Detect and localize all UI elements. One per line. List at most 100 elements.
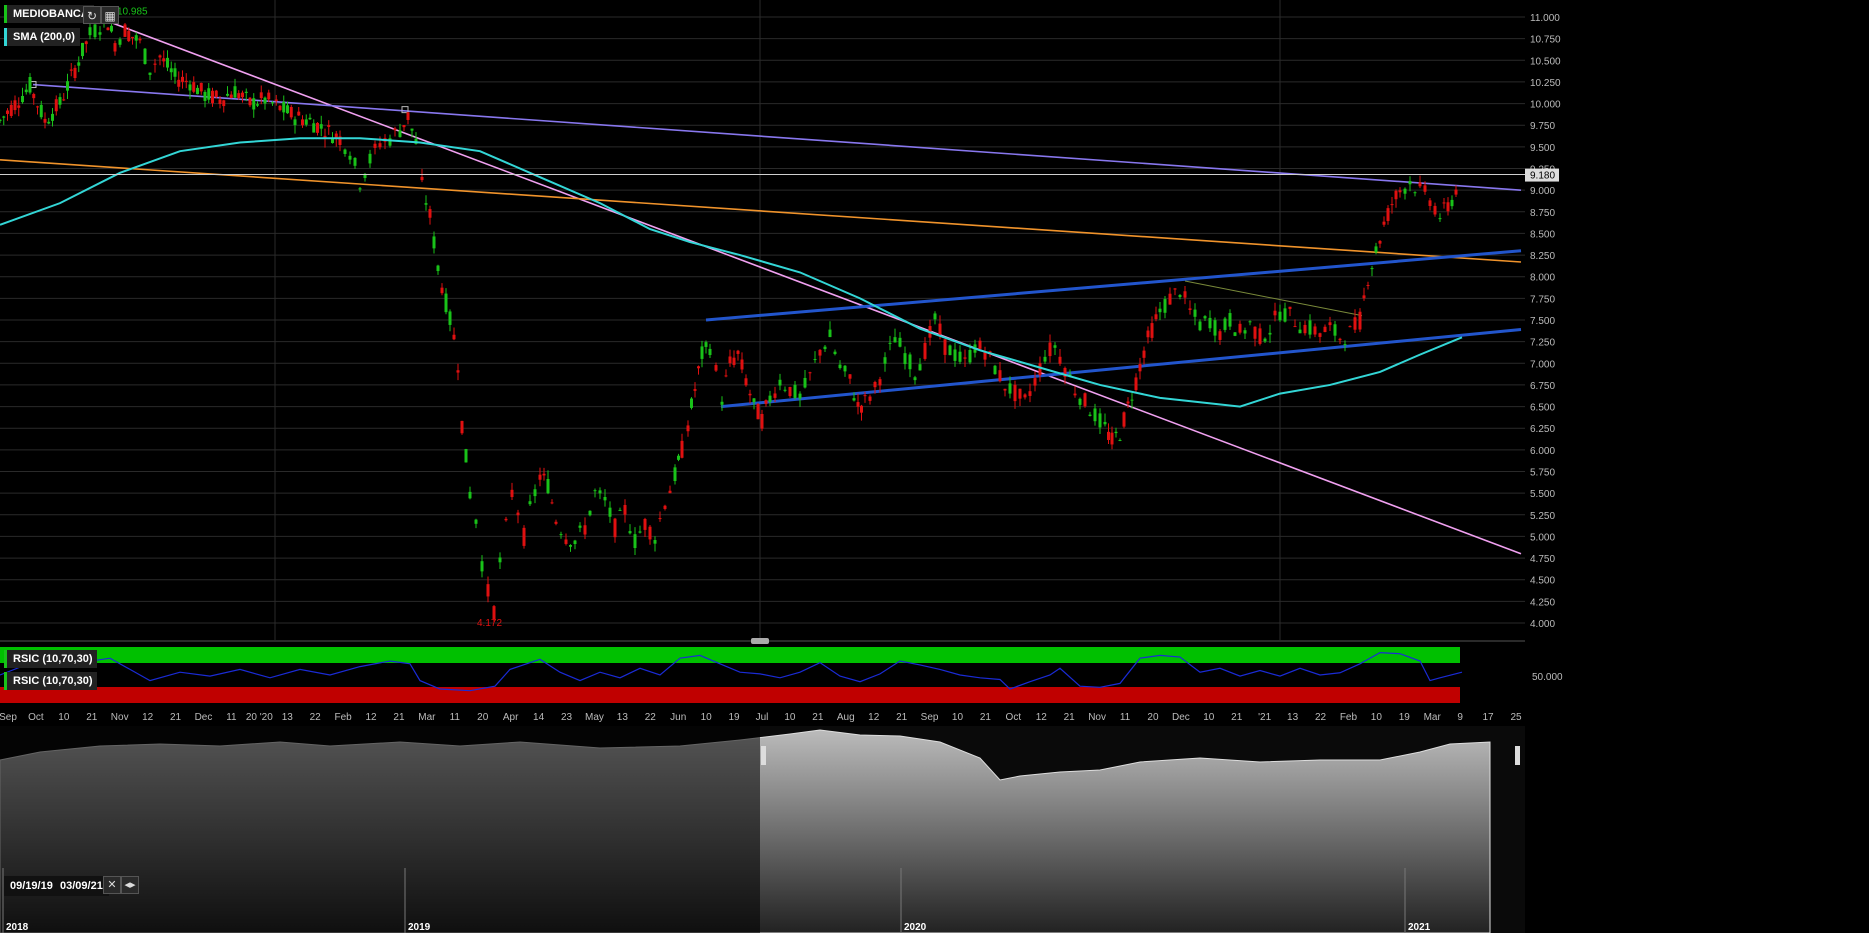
candle-body	[1053, 345, 1057, 348]
candle-body	[704, 342, 708, 347]
candle-body	[1423, 185, 1427, 192]
x-tick-label: Oct	[1006, 712, 1022, 723]
x-tick-label: 12	[868, 712, 880, 723]
candle-body	[131, 36, 134, 39]
y-tick-label: 8.500	[1530, 229, 1555, 240]
x-tick-label: Nov	[111, 712, 129, 723]
candle-body	[237, 93, 241, 99]
y-tick-label: 10.750	[1530, 35, 1561, 46]
candle-body	[1130, 399, 1134, 401]
candle-body	[1243, 330, 1247, 334]
overview-handle-left[interactable]	[761, 746, 766, 765]
candle-body	[1163, 299, 1167, 313]
candle-body	[740, 359, 744, 370]
candle-body	[953, 349, 957, 361]
rsi-tag-2[interactable]: RSIC (10,70,30)	[4, 672, 98, 690]
candle-body	[127, 30, 131, 42]
candle-body	[66, 81, 69, 91]
candle-body	[803, 377, 807, 388]
candle-body	[1413, 192, 1417, 194]
candle-body	[440, 287, 444, 294]
candle-body	[214, 90, 218, 97]
y-tick-label: 4.000	[1530, 619, 1555, 630]
price-chart[interactable]: 11.000 10.750 10.500 10.250 10.000 9.750 9.500…	[0, 0, 1869, 933]
candle-body	[1110, 432, 1114, 445]
candle-body	[1178, 295, 1182, 298]
chart-settings-icon[interactable]: ▦	[101, 6, 119, 24]
expand-range-icon[interactable]: ◂▸	[121, 876, 139, 894]
candle-body	[823, 346, 827, 350]
y-tick-label: 4.750	[1530, 554, 1555, 565]
close-icon[interactable]: ✕	[103, 876, 121, 894]
candle-body	[828, 329, 832, 338]
candle-body	[274, 99, 278, 102]
candle-body	[1168, 293, 1172, 305]
candle-body	[633, 534, 637, 549]
candle-body	[673, 467, 677, 482]
candle-body	[123, 24, 127, 37]
range-to[interactable]: 03/09/21	[54, 876, 109, 896]
candle-body	[720, 401, 724, 405]
candle-body	[608, 507, 612, 517]
candle-body	[424, 203, 428, 205]
candle-body	[618, 509, 622, 511]
candle-body	[1173, 288, 1177, 290]
candle-body	[1398, 190, 1402, 193]
candle-body	[938, 323, 942, 335]
x-tick-label: Feb	[1340, 712, 1358, 723]
y-tick-label: 9.000	[1530, 186, 1555, 197]
candle-body	[1283, 308, 1287, 322]
candle-body	[184, 80, 188, 82]
candle-body	[878, 379, 882, 386]
overview-navigator[interactable]: 2018 2019 2020 2021	[0, 726, 1525, 933]
candle-body	[436, 265, 440, 272]
range-from[interactable]: 09/19/19	[4, 876, 59, 896]
pane-resize-handle[interactable]	[751, 638, 769, 644]
candle-body	[1366, 284, 1370, 286]
candle-body	[714, 365, 718, 371]
candle-body	[686, 425, 690, 432]
last-price-label: 9.180	[1530, 171, 1555, 182]
x-tick-label: 22	[645, 712, 657, 723]
refresh-icon[interactable]: ↻	[83, 6, 101, 24]
x-tick-label: 10	[1371, 712, 1383, 723]
candle-body	[593, 490, 597, 492]
x-tick-label: 10	[952, 712, 964, 723]
y-tick-label: 5.000	[1530, 532, 1555, 543]
sma-tag[interactable]: SMA (200,0)	[4, 28, 80, 46]
x-tick-label: 14	[533, 712, 545, 723]
candle-body	[252, 98, 256, 110]
candle-body	[211, 90, 214, 104]
candle-body	[358, 188, 362, 190]
candle-body	[573, 540, 577, 545]
candle-body	[259, 92, 263, 99]
candle-body	[286, 105, 289, 114]
candle-body	[598, 490, 602, 494]
candle-body	[267, 92, 271, 100]
candle-body	[312, 123, 316, 133]
candle-body	[166, 57, 169, 68]
x-tick-label: 21	[1231, 712, 1243, 723]
instrument-tag[interactable]: MEDIOBANCA	[4, 5, 94, 23]
rsi-overbought-band	[0, 647, 1460, 663]
candle-body	[1158, 308, 1162, 313]
candle-body	[1154, 314, 1158, 320]
x-tick-label: May	[585, 712, 604, 723]
candle-body	[760, 414, 764, 429]
rsi-tag-1[interactable]: RSIC (10,70,30)	[4, 650, 98, 668]
candle-body	[680, 440, 684, 458]
y-tick-label: 5.500	[1530, 489, 1555, 500]
x-tick-label: 10	[1203, 712, 1215, 723]
candle-body	[798, 393, 802, 399]
x-tick-label: 25	[1510, 712, 1522, 723]
overview-year-label: 2021	[1408, 922, 1431, 933]
y-tick-label: 10.250	[1530, 78, 1561, 89]
candle-body	[196, 87, 199, 95]
candle-body	[348, 155, 352, 160]
candle-body	[923, 342, 927, 359]
candle-body	[226, 93, 229, 96]
candle-body	[173, 68, 177, 77]
overview-handle-right[interactable]	[1515, 746, 1520, 765]
y-tick-label: 6.750	[1530, 381, 1555, 392]
candle-body	[51, 113, 54, 121]
